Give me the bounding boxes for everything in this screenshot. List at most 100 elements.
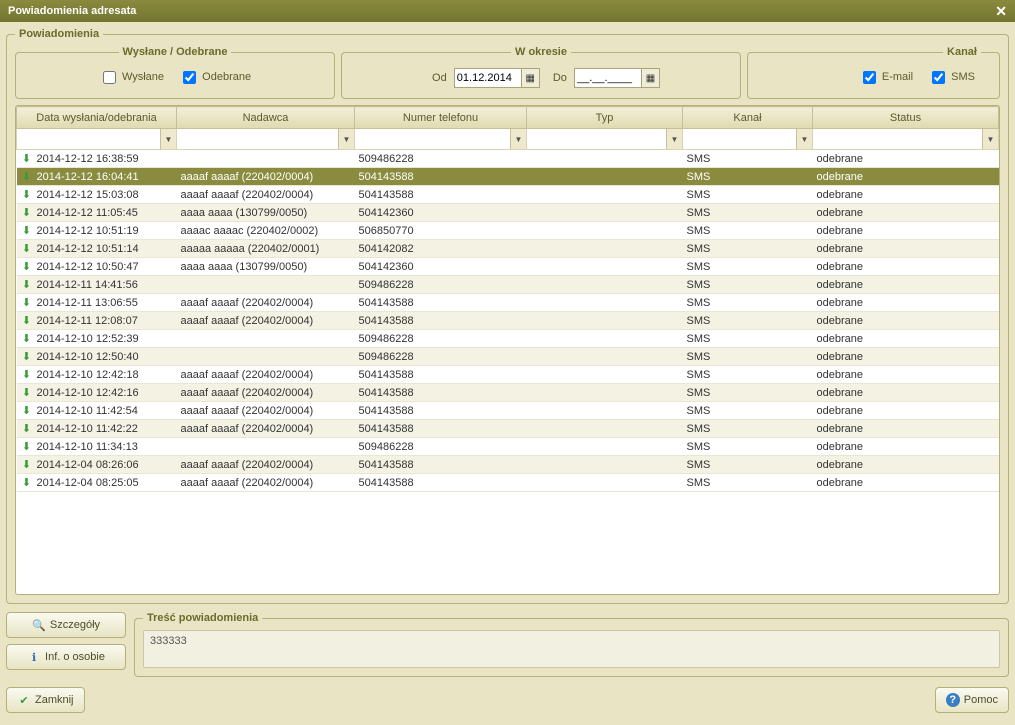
chevron-down-icon[interactable]: ▼	[666, 129, 682, 149]
sms-checkbox[interactable]	[932, 71, 945, 84]
table-row[interactable]: ⬇2014-12-04 08:25:05aaaaf aaaaf (220402/…	[17, 474, 999, 492]
calendar-icon[interactable]: ▦	[521, 69, 539, 87]
magnifier-icon: 🔍	[32, 619, 46, 632]
table-row[interactable]: ⬇2014-12-11 13:06:55aaaaf aaaaf (220402/…	[17, 294, 999, 312]
sent-checkbox[interactable]	[103, 71, 116, 84]
table-row[interactable]: ⬇2014-12-12 16:04:41aaaaf aaaaf (220402/…	[17, 168, 999, 186]
table-cell: SMS	[683, 402, 813, 420]
table-cell: 504142360	[355, 258, 527, 276]
close-button[interactable]: ✔ Zamknij	[6, 687, 85, 713]
sent-checkbox-label[interactable]: Wysłane	[99, 71, 167, 83]
details-label: Szczegóły	[50, 619, 100, 631]
table-cell	[527, 348, 683, 366]
from-date-field[interactable]: ▦	[454, 68, 540, 88]
email-checkbox[interactable]	[863, 71, 876, 84]
download-icon: ⬇	[21, 422, 33, 435]
table-row[interactable]: ⬇2014-12-12 10:51:14aaaaa aaaaa (220402/…	[17, 240, 999, 258]
filter-type-input[interactable]	[527, 129, 666, 149]
table-cell: ⬇2014-12-04 08:26:06	[17, 456, 177, 474]
person-info-label: Inf. o osobie	[45, 651, 105, 663]
close-icon[interactable]: ✕	[995, 3, 1007, 20]
table-cell: SMS	[683, 384, 813, 402]
from-label: Od	[432, 72, 447, 84]
table-cell: ⬇2014-12-12 16:04:41	[17, 168, 177, 186]
filter-status-input[interactable]	[813, 129, 982, 149]
table-cell: SMS	[683, 240, 813, 258]
filter-phone-input[interactable]	[355, 129, 510, 149]
person-info-button[interactable]: ℹ Inf. o osobie	[6, 644, 126, 670]
filter-channel-input[interactable]	[683, 129, 796, 149]
received-checkbox[interactable]	[183, 71, 196, 84]
download-icon: ⬇	[21, 152, 33, 165]
chevron-down-icon[interactable]: ▼	[338, 129, 354, 149]
table-row[interactable]: ⬇2014-12-11 14:41:56509486228SMSodebrane	[17, 276, 999, 294]
col-sender[interactable]: Nadawca	[177, 107, 355, 129]
table-cell: odebrane	[813, 456, 999, 474]
table-cell: odebrane	[813, 258, 999, 276]
table-row[interactable]: ⬇2014-12-10 12:42:18aaaaf aaaaf (220402/…	[17, 366, 999, 384]
notifications-section: Powiadomienia Wysłane / Odebrane Wysłane…	[6, 28, 1009, 604]
download-icon: ⬇	[21, 476, 33, 489]
table-cell: 504143588	[355, 402, 527, 420]
table-row[interactable]: ⬇2014-12-10 12:50:40509486228SMSodebrane	[17, 348, 999, 366]
table-row[interactable]: ⬇2014-12-12 11:05:45aaaa aaaa (130799/00…	[17, 204, 999, 222]
table-cell: odebrane	[813, 366, 999, 384]
table-row[interactable]: ⬇2014-12-12 10:51:19aaaac aaaac (220402/…	[17, 222, 999, 240]
col-phone[interactable]: Numer telefonu	[355, 107, 527, 129]
table-cell: aaaaf aaaaf (220402/0004)	[177, 312, 355, 330]
to-date-field[interactable]: ▦	[574, 68, 660, 88]
chevron-down-icon[interactable]: ▼	[160, 129, 176, 149]
table-row[interactable]: ⬇2014-12-10 11:42:54aaaaf aaaaf (220402/…	[17, 402, 999, 420]
table-cell: odebrane	[813, 276, 999, 294]
col-channel[interactable]: Kanał	[683, 107, 813, 129]
table-cell: aaaaf aaaaf (220402/0004)	[177, 186, 355, 204]
sms-checkbox-label[interactable]: SMS	[928, 71, 975, 83]
email-checkbox-label[interactable]: E-mail	[859, 71, 916, 83]
col-status[interactable]: Status	[813, 107, 999, 129]
received-checkbox-label[interactable]: Odebrane	[179, 71, 251, 83]
table-cell	[177, 330, 355, 348]
table-cell: SMS	[683, 276, 813, 294]
table-cell: ⬇2014-12-10 11:34:13	[17, 438, 177, 456]
table-cell	[177, 348, 355, 366]
col-type[interactable]: Typ	[527, 107, 683, 129]
chevron-down-icon[interactable]: ▼	[982, 129, 998, 149]
to-date-input[interactable]	[575, 69, 641, 87]
grid-header-row: Data wysłania/odebrania Nadawca Numer te…	[17, 107, 999, 129]
table-cell: 504143588	[355, 294, 527, 312]
table-row[interactable]: ⬇2014-12-10 12:52:39509486228SMSodebrane	[17, 330, 999, 348]
table-cell	[527, 384, 683, 402]
table-row[interactable]: ⬇2014-12-10 12:42:16aaaaf aaaaf (220402/…	[17, 384, 999, 402]
table-cell: SMS	[683, 204, 813, 222]
table-row[interactable]: ⬇2014-12-12 15:03:08aaaaf aaaaf (220402/…	[17, 186, 999, 204]
help-button[interactable]: ? Pomoc	[935, 687, 1009, 713]
col-date[interactable]: Data wysłania/odebrania	[17, 107, 177, 129]
from-date-input[interactable]	[455, 69, 521, 87]
download-icon: ⬇	[21, 440, 33, 453]
table-cell: SMS	[683, 222, 813, 240]
filter-sender-input[interactable]	[177, 129, 338, 149]
chevron-down-icon[interactable]: ▼	[796, 129, 812, 149]
table-row[interactable]: ⬇2014-12-10 11:34:13509486228SMSodebrane	[17, 438, 999, 456]
table-cell	[527, 204, 683, 222]
table-cell: SMS	[683, 150, 813, 168]
filter-channel-legend: Kanał	[943, 46, 981, 58]
details-button[interactable]: 🔍 Szczegóły	[6, 612, 126, 638]
table-row[interactable]: ⬇2014-12-12 10:50:47aaaa aaaa (130799/00…	[17, 258, 999, 276]
chevron-down-icon[interactable]: ▼	[510, 129, 526, 149]
filter-date-input[interactable]	[17, 129, 160, 149]
table-cell: 509486228	[355, 438, 527, 456]
table-cell: 509486228	[355, 150, 527, 168]
table-row[interactable]: ⬇2014-12-11 12:08:07aaaaf aaaaf (220402/…	[17, 312, 999, 330]
table-row[interactable]: ⬇2014-12-12 16:38:59509486228SMSodebrane	[17, 150, 999, 168]
calendar-icon[interactable]: ▦	[641, 69, 659, 87]
grid-filter-row: ▼ ▼ ▼ ▼ ▼ ▼	[17, 129, 999, 150]
download-icon: ⬇	[21, 224, 33, 237]
table-cell: aaaaf aaaaf (220402/0004)	[177, 294, 355, 312]
table-cell: SMS	[683, 474, 813, 492]
close-label: Zamknij	[35, 694, 74, 706]
table-cell	[527, 438, 683, 456]
table-row[interactable]: ⬇2014-12-04 08:26:06aaaaf aaaaf (220402/…	[17, 456, 999, 474]
table-row[interactable]: ⬇2014-12-10 11:42:22aaaaf aaaaf (220402/…	[17, 420, 999, 438]
table-cell: 506850770	[355, 222, 527, 240]
